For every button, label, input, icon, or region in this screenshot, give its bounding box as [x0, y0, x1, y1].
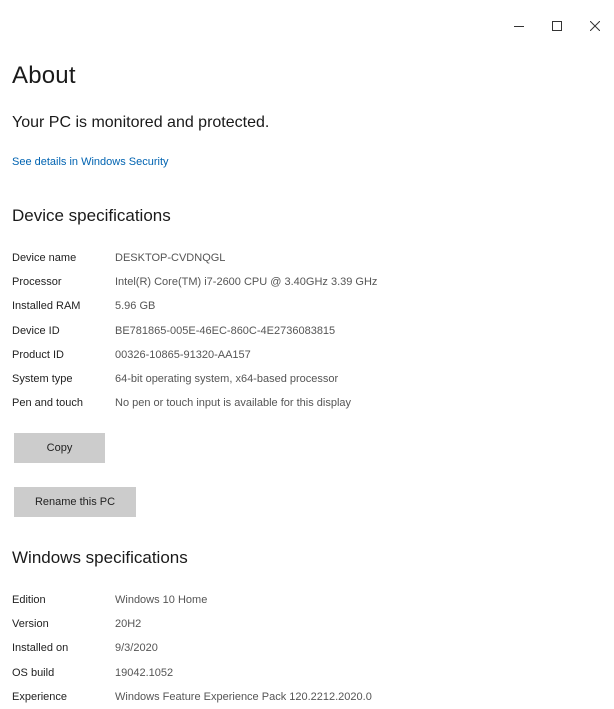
spec-label: Pen and touch [12, 397, 83, 410]
spec-label: Product ID [12, 348, 64, 361]
spec-row: Installed RAM 5.96 GB [12, 294, 377, 318]
spec-value: Windows 10 Home [115, 594, 208, 607]
spec-label: OS build [12, 666, 55, 679]
windows-specs-table: Edition Windows 10 Home Version 20H2 Install… [12, 588, 372, 709]
windows-specs-heading: Windows specifications [12, 548, 188, 567]
caption-buttons [500, 10, 614, 42]
spec-row: Installed on 9/3/2020 [12, 636, 372, 660]
device-specs-heading: Device specifications [12, 206, 171, 225]
spec-row: Version 20H2 [12, 612, 372, 636]
spec-row: Device name DESKTOP-CVDNQGL [12, 246, 377, 270]
spec-value: 5.96 GB [115, 300, 156, 313]
spec-label: Installed RAM [12, 300, 81, 313]
spec-label: Edition [12, 594, 46, 607]
settings-window: About Your PC is monitored and protected… [0, 0, 614, 705]
spec-value: DESKTOP-CVDNQGL [115, 252, 226, 265]
spec-row: Processor Intel(R) Core(TM) i7-2600 CPU @… [12, 270, 377, 294]
spec-row: Product ID 00326-10865-91320-AA157 [12, 343, 377, 367]
spec-label: Version [12, 618, 49, 631]
spec-value: 00326-10865-91320-AA157 [115, 348, 251, 361]
device-specs-table: Device name DESKTOP-CVDNQGL Processor Intel… [12, 246, 377, 415]
spec-value: 64-bit operating system, x64-based proce… [115, 373, 339, 386]
spec-label: System type [12, 373, 73, 386]
close-icon [590, 21, 600, 31]
spec-value: 19042.1052 [115, 666, 174, 679]
spec-row: Edition Windows 10 Home [12, 588, 372, 612]
spec-label: Processor [12, 276, 62, 289]
protection-status: Your PC is monitored and protected. [12, 114, 270, 131]
spec-label: Experience [12, 690, 68, 703]
maximize-button[interactable] [538, 10, 576, 42]
spec-value: No pen or touch input is available for t… [115, 397, 352, 410]
maximize-icon [552, 21, 562, 31]
spec-label: Installed on [12, 642, 69, 655]
spec-row: Device ID BE781865-005E-46EC-860C-4E27360… [12, 319, 377, 343]
rename-pc-button[interactable]: Rename this PC [14, 487, 136, 517]
spec-value: 9/3/2020 [115, 642, 158, 655]
copy-button[interactable]: Copy [14, 433, 105, 463]
spec-value: Intel(R) Core(TM) i7-2600 CPU @ 3.40GHz … [115, 276, 378, 289]
spec-value: 20H2 [115, 618, 142, 631]
spec-label: Device name [12, 252, 77, 265]
spec-row: System type 64-bit operating system, x64-… [12, 367, 377, 391]
spec-label: Device ID [12, 324, 60, 337]
spec-value: BE781865-005E-46EC-860C-4E2736083815 [115, 324, 336, 337]
windows-security-link[interactable]: See details in Windows Security [12, 156, 169, 168]
minimize-button[interactable] [500, 10, 538, 42]
minimize-icon [514, 26, 524, 27]
spec-value: Windows Feature Experience Pack 120.2212… [115, 690, 372, 703]
close-button[interactable] [576, 10, 614, 42]
page-title: About [12, 62, 76, 89]
spec-row: Pen and touch No pen or touch input is av… [12, 391, 377, 415]
spec-row: OS build 19042.1052 [12, 661, 372, 685]
spec-row: Experience Windows Feature Experience Pac… [12, 685, 372, 709]
